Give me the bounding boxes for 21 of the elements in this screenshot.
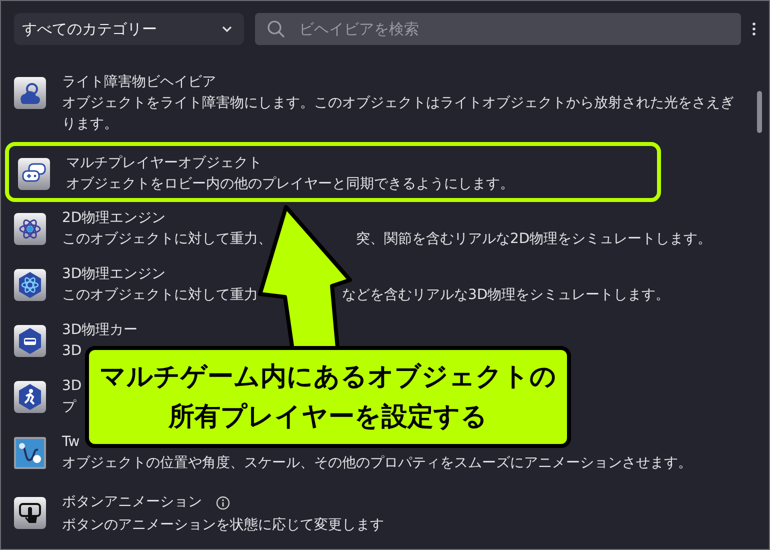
- category-dropdown-value: すべてのカテゴリー: [22, 20, 157, 38]
- behavior-title: ライト障害物ビヘイビア: [62, 73, 216, 92]
- behavior-title: ボタンアニメーション: [62, 493, 202, 512]
- behavior-title: マルチプレイヤーオブジェクト: [66, 154, 262, 173]
- behavior-title: 2D物理エンジン: [62, 209, 166, 228]
- behavior-title: 3D物理カー: [62, 321, 138, 340]
- behavior-description: オブジェクトの位置や角度、スケール、その他のプロパティをスムーズにアニメーションさせます。: [62, 455, 692, 471]
- behavior-description: などを含むリアルな3D物理をシミュレートします。: [342, 287, 670, 303]
- callout-text: マルチゲーム内にあるオブジェクトの: [100, 361, 556, 394]
- behavior-title: 3D物理エンジン: [62, 265, 166, 284]
- behavior-description: このオブジェクトに対して重力: [62, 287, 258, 303]
- behavior-title: 3D: [62, 377, 82, 396]
- behavior-title: Tw: [62, 433, 80, 452]
- behavior-description: 3D: [62, 343, 82, 359]
- behavior-description: このオブジェクトに対して重力、: [62, 231, 272, 247]
- behavior-description: オブジェクトをロビー内の他のプレイヤーと同期できるようにします。: [66, 176, 514, 192]
- behavior-description: ボタンのアニメーションを状態に応じて変更します: [62, 517, 384, 533]
- callout-text: 所有プレイヤーを設定する: [168, 401, 488, 434]
- behavior-description: 突、関節を含むリアルな2D物理をシミュレートします。: [356, 231, 712, 247]
- behavior-description: プ: [62, 399, 76, 415]
- behavior-description: オブジェクトをライト障害物にします。このオブジェクトはライトオブジェクトから放射された光をさえぎります。: [62, 95, 734, 132]
